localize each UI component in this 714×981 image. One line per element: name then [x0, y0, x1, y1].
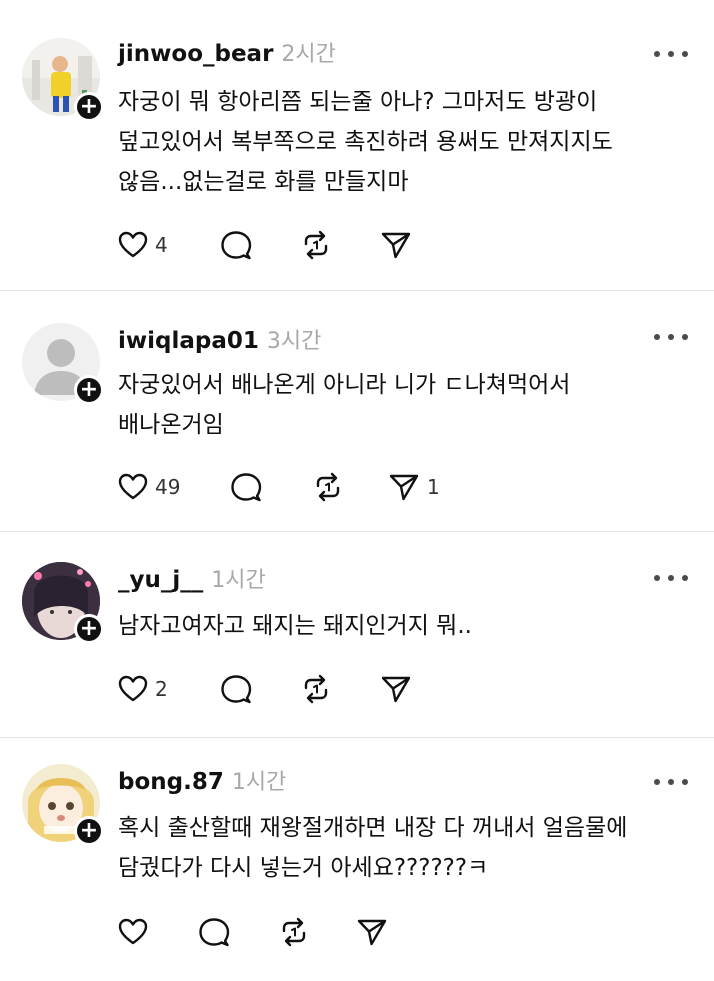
like-count: 49: [155, 475, 181, 499]
send-icon: [357, 919, 387, 946]
heart-icon: [118, 918, 148, 945]
post-text-line: 않음...없는걸로 화를 만들지마: [118, 169, 409, 195]
share-button[interactable]: 1: [388, 467, 440, 507]
action-bar: 4: [118, 225, 688, 265]
post-text: 자궁이 뭐 항아리쯤 되는줄 아나? 그마저도 방광이 덮고있어서 복부쪽으로 …: [118, 82, 688, 202]
timestamp: 2시간: [281, 42, 336, 67]
comment-icon: [231, 473, 262, 502]
like-count: 2: [155, 677, 168, 701]
repost-button[interactable]: [312, 467, 344, 507]
send-icon: [381, 676, 411, 703]
comment-button[interactable]: [220, 225, 252, 265]
like-button[interactable]: 2: [118, 669, 168, 709]
action-bar: 49 1: [118, 467, 688, 507]
comment-icon: [221, 231, 252, 260]
like-button[interactable]: [118, 912, 155, 952]
share-button[interactable]: [380, 669, 419, 709]
more-icon[interactable]: [654, 776, 688, 788]
post-header: bong.87 1시간: [118, 764, 286, 800]
post-text-line: 담궜다가 다시 넣는거 아세요??????ㅋ: [118, 855, 489, 881]
share-button[interactable]: [356, 912, 395, 952]
username[interactable]: jinwoo_bear: [118, 41, 273, 67]
like-button[interactable]: 4: [118, 225, 168, 265]
share-count: 1: [427, 475, 440, 499]
repost-button[interactable]: [300, 669, 332, 709]
username[interactable]: bong.87: [118, 769, 224, 795]
post: + _yu_j__ 1시간 남자고여자고 돼지는 돼지인거지 뭐.. 2: [0, 532, 714, 737]
follow-plus-icon[interactable]: +: [74, 614, 104, 644]
post-text-line: 배나온거임: [118, 412, 224, 438]
username[interactable]: _yu_j__: [118, 567, 203, 593]
heart-icon: [118, 231, 148, 258]
post-text-line: 덮고있어서 복부쪽으로 촉진하려 용써도 만져지지도: [118, 129, 613, 155]
repost-icon: [304, 674, 328, 704]
more-icon[interactable]: [654, 331, 688, 343]
post-text-line: 혹시 출산할때 재왕절개하면 내장 다 꺼내서 얼음물에: [118, 815, 628, 841]
heart-icon: [118, 473, 148, 500]
action-bar: [118, 912, 688, 952]
comment-icon: [221, 675, 252, 704]
repost-icon: [316, 472, 340, 502]
follow-plus-icon[interactable]: +: [74, 92, 104, 122]
comment-icon: [199, 918, 230, 947]
timestamp: 3시간: [266, 329, 322, 354]
more-icon[interactable]: [654, 48, 688, 60]
follow-plus-icon[interactable]: +: [74, 375, 104, 405]
post-header: jinwoo_bear 2시간: [118, 36, 336, 72]
like-count: 4: [155, 233, 168, 257]
comment-button[interactable]: [230, 467, 262, 507]
post: + bong.87 1시간 혹시 출산할때 재왕절개하면 내장 다 꺼내서 얼음…: [0, 738, 714, 981]
share-button[interactable]: [380, 225, 419, 265]
post-text: 자궁있어서 배나온게 아니라 니가 ㄷ나쳐먹어서 배나온거임: [118, 365, 688, 445]
comment-button[interactable]: [198, 912, 230, 952]
post-text: 남자고여자고 돼지는 돼지인거지 뭐..: [118, 606, 688, 646]
post-text: 혹시 출산할때 재왕절개하면 내장 다 꺼내서 얼음물에 담궜다가 다시 넣는거…: [118, 808, 688, 888]
username[interactable]: iwiqlapa01: [118, 328, 259, 354]
post-header: _yu_j__ 1시간: [118, 562, 266, 598]
post-text-line: 자궁있어서 배나온게 아니라 니가 ㄷ나쳐먹어서: [118, 372, 571, 398]
repost-button[interactable]: [278, 912, 310, 952]
timestamp: 1시간: [231, 770, 287, 795]
follow-plus-icon[interactable]: +: [74, 816, 104, 846]
send-icon: [381, 232, 411, 259]
post-header: iwiqlapa01 3시간: [118, 323, 321, 359]
post-text-line: 자궁이 뭐 항아리쯤 되는줄 아나? 그마저도 방광이: [118, 89, 598, 115]
heart-icon: [118, 675, 148, 702]
post-text-line: 남자고여자고 돼지는 돼지인거지 뭐..: [118, 613, 472, 639]
repost-button[interactable]: [300, 225, 332, 265]
post: + jinwoo_bear 2시간 자궁이 뭐 항아리쯤 되는줄 아나? 그마저…: [0, 0, 714, 290]
repost-icon: [282, 917, 306, 947]
send-icon: [389, 474, 419, 501]
action-bar: 2: [118, 669, 688, 709]
comment-button[interactable]: [220, 669, 252, 709]
post: + iwiqlapa01 3시간 자궁있어서 배나온게 아니라 니가 ㄷ나쳐먹어…: [0, 291, 714, 531]
more-icon[interactable]: [654, 572, 688, 584]
like-button[interactable]: 49: [118, 467, 180, 507]
timestamp: 1시간: [211, 568, 266, 593]
repost-icon: [304, 230, 328, 260]
